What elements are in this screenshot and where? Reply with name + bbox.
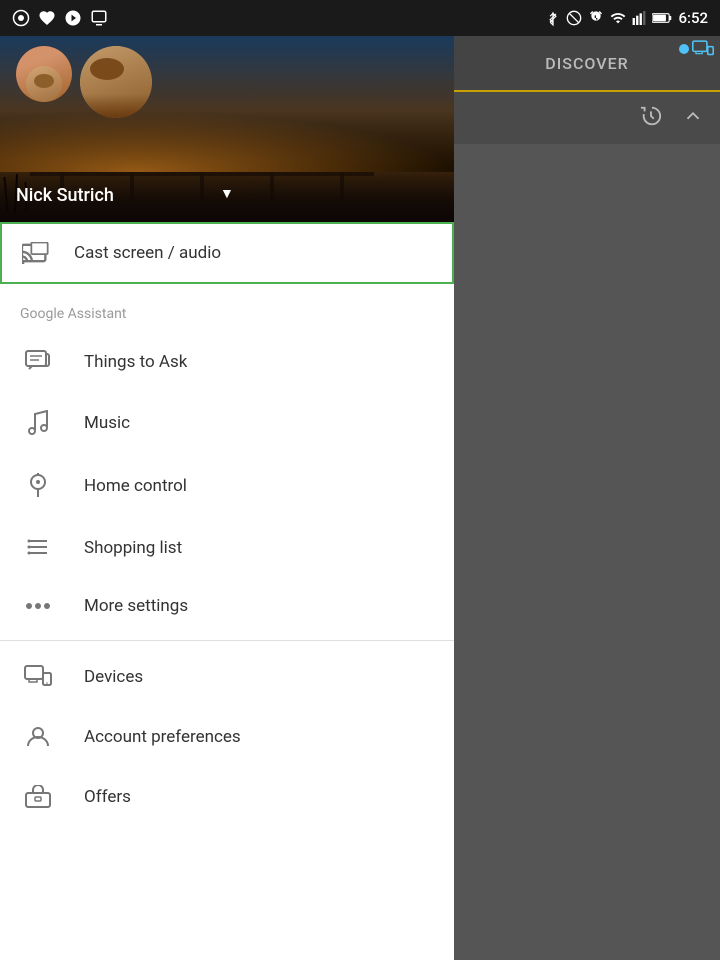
cast-device-indicator <box>679 40 714 58</box>
user-name: Nick Sutrich <box>16 185 114 206</box>
music-label: Music <box>84 413 130 433</box>
home-control-label: Home control <box>84 476 187 496</box>
signal-icon <box>632 10 646 26</box>
account-preferences-label: Account preferences <box>84 727 241 747</box>
bluetooth-icon <box>546 9 560 27</box>
offers-label: Offers <box>84 787 131 807</box>
more-settings-icon <box>20 600 56 612</box>
menu-item-music[interactable]: Music <box>0 392 454 454</box>
cast-item-label: Cast screen / audio <box>74 243 221 263</box>
drawer: Nick Sutrich ▼ Cast screen / audio Googl… <box>0 36 454 960</box>
google-assistant-section-header: Google Assistant <box>0 284 454 332</box>
menu-item-home-control[interactable]: Home control <box>0 454 454 518</box>
avatar-small <box>16 46 72 102</box>
dropdown-arrow-icon[interactable]: ▼ <box>220 185 234 202</box>
device-status-icon <box>692 40 714 58</box>
drawer-header: Nick Sutrich ▼ <box>0 36 454 222</box>
menu-item-shopping-list[interactable]: Shopping list <box>0 518 454 578</box>
menu-item-things-to-ask[interactable]: Things to Ask <box>0 332 454 392</box>
right-panel: DISCOVER <box>454 36 720 960</box>
app-icon-1 <box>12 9 30 27</box>
more-settings-label: More settings <box>84 596 188 616</box>
shopping-list-icon <box>20 536 56 560</box>
avatar-small-face <box>16 46 72 102</box>
history-icon[interactable] <box>640 105 662 131</box>
status-bar: 6:52 <box>0 0 720 36</box>
app-icon-3 <box>64 9 82 27</box>
account-icon <box>20 725 56 749</box>
cast-screen-item[interactable]: Cast screen / audio <box>0 222 454 284</box>
home-control-icon <box>20 472 56 500</box>
music-icon <box>20 410 56 436</box>
status-time: 6:52 <box>678 9 708 27</box>
devices-label: Devices <box>84 667 143 687</box>
discover-label: DISCOVER <box>545 54 628 73</box>
wifi-icon <box>610 10 626 26</box>
block-icon <box>566 10 582 26</box>
devices-icon <box>20 665 56 689</box>
right-content-area <box>454 144 720 960</box>
shopping-list-label: Shopping list <box>84 538 182 558</box>
right-toolbar <box>454 92 720 144</box>
alarm-icon <box>588 10 604 26</box>
menu-item-devices[interactable]: Devices <box>0 647 454 707</box>
app-icon-4 <box>90 9 108 27</box>
menu-item-offers[interactable]: Offers <box>0 767 454 827</box>
main-content: Nick Sutrich ▼ Cast screen / audio Googl… <box>0 36 720 960</box>
avatar-large-face <box>80 46 152 118</box>
offers-icon <box>20 785 56 809</box>
collapse-icon[interactable] <box>682 105 704 131</box>
menu-divider <box>0 640 454 641</box>
status-bar-right: 6:52 <box>546 9 708 27</box>
things-to-ask-icon <box>20 350 56 374</box>
menu-item-more-settings[interactable]: More settings <box>0 578 454 634</box>
battery-icon <box>652 11 672 25</box>
status-bar-left <box>12 9 108 27</box>
avatar-large <box>80 46 152 118</box>
app-icon-2 <box>38 9 56 27</box>
menu-item-account-preferences[interactable]: Account preferences <box>0 707 454 767</box>
things-to-ask-label: Things to Ask <box>84 352 187 372</box>
cast-icon <box>22 242 50 264</box>
